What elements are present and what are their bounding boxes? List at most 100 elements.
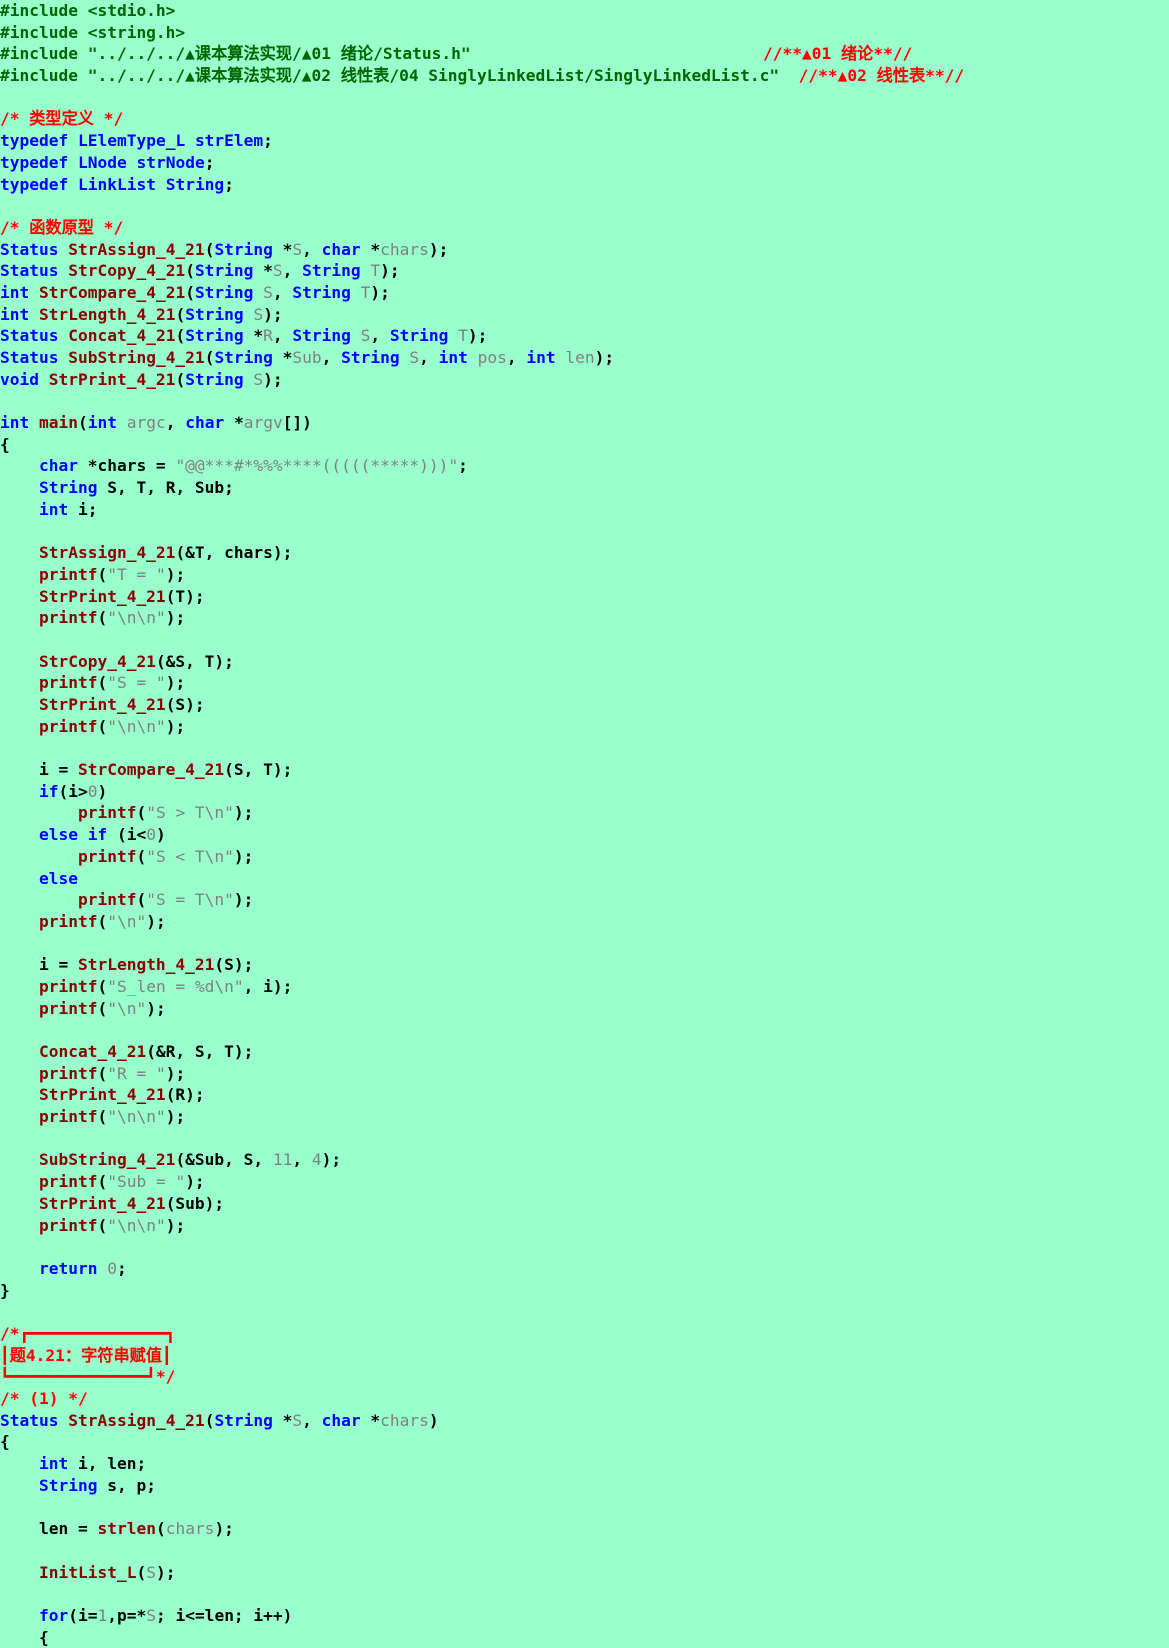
code-token: SubString_4_21	[38, 1150, 176, 1170]
code-token: );	[155, 1562, 176, 1582]
code-token: /* (1) */	[0, 1389, 88, 1408]
code-token: printf	[77, 803, 137, 823]
code-token: , i);	[243, 976, 293, 996]
code-token: (	[97, 911, 108, 931]
code-token: );	[214, 1519, 234, 1539]
code-token: char	[321, 239, 361, 259]
code-line: String s, p;	[0, 1475, 1169, 1497]
code-token: printf	[77, 846, 137, 866]
code-token: chars	[380, 1410, 429, 1430]
code-token: 11	[272, 1150, 293, 1170]
code-token: String	[302, 261, 361, 281]
code-token: (	[97, 1172, 108, 1192]
code-token: String	[214, 1410, 273, 1430]
code-token: int	[438, 348, 468, 367]
code-line: int main(int argc, char *argv[])	[0, 412, 1169, 434]
code-token: {	[0, 434, 10, 454]
code-token: );	[185, 1172, 205, 1192]
code-line: printf("S = ");	[0, 672, 1169, 694]
code-token: printf	[38, 998, 98, 1018]
code-line: Status StrAssign_4_21(String *S, char *c…	[0, 1410, 1169, 1432]
code-line: printf("\n");	[0, 911, 1169, 933]
code-token: (	[97, 976, 108, 996]
code-token: S	[253, 304, 264, 324]
code-token: argv	[243, 413, 283, 433]
code-token: (	[185, 261, 195, 281]
code-token: Concat_4_21	[68, 326, 176, 346]
code-token: (	[204, 348, 215, 367]
code-token: String	[185, 304, 244, 324]
code-token: ;	[263, 131, 273, 151]
code-token: s, p;	[97, 1475, 156, 1495]
code-token: *	[272, 348, 293, 367]
code-token: String	[185, 326, 244, 346]
code-token: );	[370, 282, 390, 302]
code-token: );	[467, 326, 488, 346]
code-token: String	[341, 348, 400, 367]
code-token: );	[165, 716, 186, 736]
code-token: strElem	[194, 131, 264, 151]
code-token: T	[360, 282, 371, 302]
code-token: S	[146, 1605, 156, 1625]
code-token: typedef	[0, 131, 69, 151]
code-token: char	[321, 1410, 361, 1430]
code-token: *	[253, 261, 273, 281]
code-token: String	[214, 348, 273, 367]
code-editor[interactable]: #include <stdio.h> #include <string.h> #in…	[0, 0, 1169, 1648]
code-token: S	[263, 282, 273, 302]
code-token: i =	[0, 760, 78, 780]
code-token: StrCompare_4_21	[77, 760, 225, 780]
code-token: S	[253, 369, 264, 389]
code-token: ,p=*	[107, 1605, 147, 1625]
code-token: void	[0, 369, 39, 389]
code-token: (	[77, 413, 88, 433]
code-token: Sub	[292, 348, 322, 367]
code-line: {	[0, 1431, 1169, 1453]
code-token: "S = "	[107, 673, 166, 693]
code-token: #include <string.h>	[0, 22, 186, 42]
code-token: (S);	[214, 955, 254, 975]
code-line: char *chars = "@@***#*%%%****(((((*****)…	[0, 455, 1169, 477]
code-token: );	[233, 846, 254, 866]
code-line: /* 函数原型 */	[0, 217, 1169, 239]
code-token: Status	[0, 348, 59, 367]
code-token: if	[38, 781, 59, 801]
code-token: );	[321, 1150, 342, 1170]
code-token: printf	[38, 608, 98, 628]
code-line: printf("T = ");	[0, 564, 1169, 586]
code-token: (	[204, 239, 215, 259]
code-token: *	[272, 239, 293, 259]
code-line: }	[0, 1280, 1169, 1302]
code-line: if(i>0)	[0, 781, 1169, 803]
code-token: StrPrint_4_21	[38, 1085, 166, 1105]
code-token: InitList_L	[38, 1562, 137, 1582]
code-line: StrPrint_4_21(S);	[0, 694, 1169, 716]
code-line: Concat_4_21(&R, S, T);	[0, 1041, 1169, 1063]
code-token: int	[526, 348, 556, 367]
code-token: String	[194, 261, 254, 281]
code-token: int	[0, 282, 30, 302]
code-token: (	[97, 1215, 108, 1235]
code-line: printf("S_len = %d\n", i);	[0, 976, 1169, 998]
code-token: String	[389, 326, 449, 346]
code-line: /*┏━━━━━━━━━━━━━━┓	[0, 1323, 1169, 1345]
code-token: ,	[302, 239, 322, 259]
code-line: #include <string.h>	[0, 22, 1169, 44]
